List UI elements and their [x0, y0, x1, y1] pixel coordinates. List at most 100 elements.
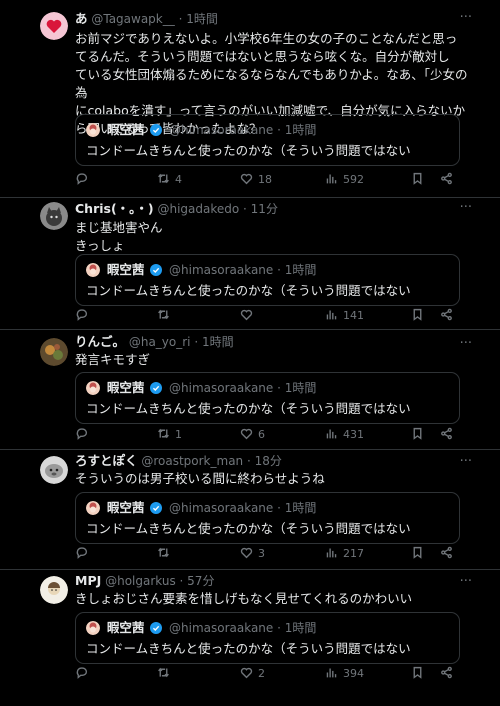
retweet-button[interactable] [157, 308, 175, 324]
avatar[interactable] [40, 202, 68, 230]
share-button[interactable] [440, 427, 453, 443]
like-button[interactable]: 6 [240, 427, 265, 443]
like-count: 3 [258, 547, 265, 560]
tweet-text: そういうのは男子校いる間に終わらせようね [75, 471, 325, 486]
quoted-timestamp: · 1時間 [277, 123, 317, 137]
reply-icon [76, 667, 88, 679]
views-count: 141 [343, 309, 364, 322]
quoted-avatar [86, 263, 100, 277]
tweet-text: 発言キモすぎ [75, 352, 151, 367]
handle[interactable]: @ha_yo_ri [129, 335, 191, 349]
quoted-avatar [86, 501, 100, 515]
share-icon [441, 308, 452, 321]
quoted-avatar [86, 123, 100, 137]
timestamp[interactable]: · 1時間 [194, 335, 233, 349]
quoted-avatar [86, 621, 100, 635]
handle[interactable]: @holgarkus [105, 574, 176, 588]
verified-badge-icon [150, 622, 163, 634]
share-button[interactable] [440, 546, 453, 562]
like-button[interactable]: 2 [240, 666, 265, 682]
display-name[interactable]: りんご。 [75, 334, 125, 349]
display-name[interactable]: Chris(・。・) [75, 201, 154, 216]
views-button[interactable]: 217 [325, 546, 364, 562]
quoted-display-name: 暇空茜 [106, 500, 145, 515]
timestamp[interactable]: · 18分 [247, 454, 282, 468]
views-button[interactable]: 141 [325, 308, 364, 324]
bookmark-button[interactable] [411, 666, 424, 682]
handle[interactable]: @Tagawapk__ [91, 12, 174, 26]
like-button[interactable]: 18 [240, 172, 272, 188]
share-button[interactable] [440, 666, 453, 682]
quoted-tweet[interactable]: 暇空茜 @himasoraakane · 1時間 コンドームきちんと使ったのかな… [75, 114, 460, 166]
animal-avatar-image [40, 456, 68, 484]
like-button[interactable]: 3 [240, 546, 265, 562]
action-bar: 1 6 431 [75, 427, 460, 443]
retweet-button[interactable]: 4 [157, 172, 182, 188]
tweet[interactable]: ··· りんご。 @ha_yo_ri · 1時間 発言キモすぎ 暇空茜 @him… [0, 330, 500, 450]
quoted-tweet[interactable]: 暇空茜 @himasoraakane · 1時間 コンドームきちんと使ったのかな… [75, 254, 460, 306]
quoted-text: コンドームきちんと使ったのかな（そういう問題ではない [86, 143, 411, 158]
retweet-button[interactable] [157, 546, 175, 562]
avatar[interactable] [40, 12, 68, 40]
reply-button[interactable] [75, 427, 93, 443]
bookmark-button[interactable] [411, 308, 424, 324]
display-name[interactable]: あ [75, 11, 88, 26]
like-count: 18 [258, 173, 272, 186]
handle[interactable]: @roastpork_man [141, 454, 243, 468]
views-icon [326, 429, 337, 439]
retweet-button[interactable]: 1 [157, 427, 182, 443]
tweet[interactable]: ··· MPJ @holgarkus · 57分 きしょおじさん要素を惜しげもな… [0, 570, 500, 706]
quoted-handle: @himasoraakane [169, 263, 274, 277]
display-name[interactable]: ろすとぽく [75, 453, 138, 468]
tweet-header: あ @Tagawapk__ · 1時間 [75, 10, 470, 28]
verified-badge-icon [150, 502, 163, 514]
reply-button[interactable] [75, 666, 93, 682]
heart-avatar-image [40, 12, 68, 40]
share-icon [441, 666, 452, 679]
quoted-tweet[interactable]: 暇空茜 @himasoraakane · 1時間 コンドームきちんと使ったのかな… [75, 612, 460, 664]
quoted-handle: @himasoraakane [169, 123, 274, 137]
action-bar: 3 217 [75, 546, 460, 562]
views-button[interactable]: 592 [325, 172, 364, 188]
reply-button[interactable] [75, 172, 93, 188]
share-icon [441, 172, 452, 185]
display-name[interactable]: MPJ [75, 573, 101, 588]
bookmark-button[interactable] [411, 546, 424, 562]
tweet[interactable]: ··· あ @Tagawapk__ · 1時間 お前マジでありえないよ。小学校6… [0, 0, 500, 198]
verified-badge-icon [150, 382, 163, 394]
tweet[interactable]: ··· ろすとぽく @roastpork_man · 18分 そういうのは男子校… [0, 450, 500, 570]
retweet-button[interactable] [157, 666, 175, 682]
avatar[interactable] [40, 338, 68, 366]
quoted-tweet[interactable]: 暇空茜 @himasoraakane · 1時間 コンドームきちんと使ったのかな… [75, 492, 460, 544]
quoted-display-name: 暇空茜 [106, 380, 145, 395]
quoted-timestamp: · 1時間 [277, 501, 317, 515]
handle[interactable]: @higadakedo [157, 202, 239, 216]
reply-button[interactable] [75, 546, 93, 562]
tweet[interactable]: ··· Chris(・。・) @higadakedo · 11分 まじ基地害やん… [0, 198, 500, 330]
timestamp[interactable]: · 11分 [243, 202, 278, 216]
share-icon [441, 427, 452, 440]
quoted-text: コンドームきちんと使ったのかな（そういう問題ではない [86, 521, 411, 536]
timestamp[interactable]: · 57分 [180, 574, 215, 588]
bookmark-button[interactable] [411, 427, 424, 443]
illustration-avatar-image [40, 576, 68, 604]
share-button[interactable] [440, 308, 453, 324]
heart-icon [240, 428, 253, 440]
reply-icon [76, 173, 88, 185]
retweet-icon [158, 667, 169, 678]
avatar[interactable] [40, 456, 68, 484]
tweet-header: MPJ @holgarkus · 57分 [75, 572, 470, 590]
views-count: 217 [343, 547, 364, 560]
bookmark-icon [413, 308, 422, 321]
tweet-text: まじ基地害やん きっしょ [75, 220, 163, 253]
avatar[interactable] [40, 576, 68, 604]
share-button[interactable] [440, 172, 453, 188]
reply-button[interactable] [75, 308, 93, 324]
views-button[interactable]: 431 [325, 427, 364, 443]
bookmark-button[interactable] [411, 172, 424, 188]
quoted-tweet[interactable]: 暇空茜 @himasoraakane · 1時間 コンドームきちんと使ったのかな… [75, 372, 460, 424]
like-button[interactable] [240, 308, 258, 324]
timestamp[interactable]: · 1時間 [179, 12, 218, 26]
views-count: 431 [343, 428, 364, 441]
views-button[interactable]: 394 [325, 666, 364, 682]
